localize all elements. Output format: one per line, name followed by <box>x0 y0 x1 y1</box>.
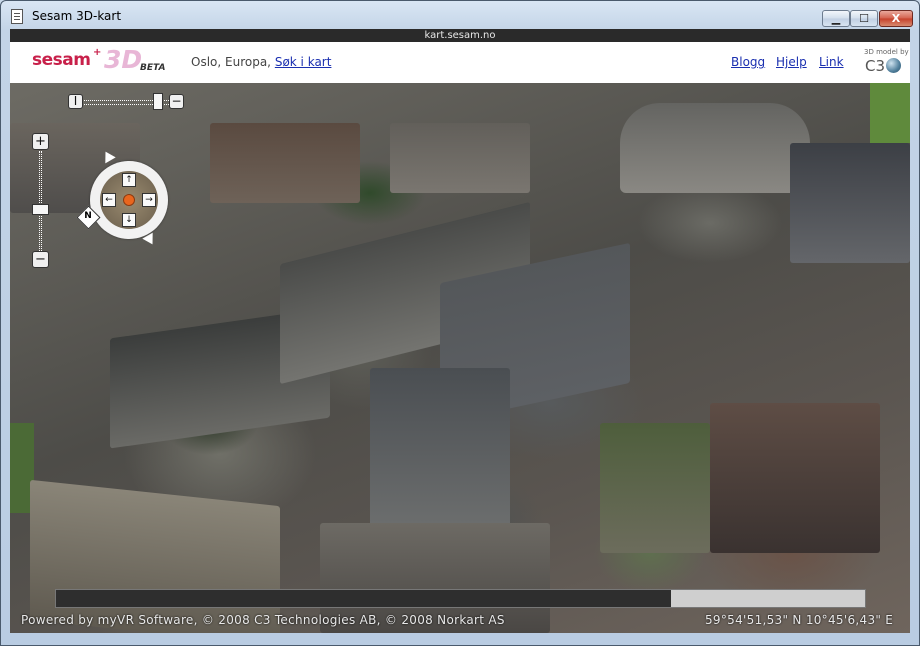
search-map-link[interactable]: Søk i kart <box>275 55 332 69</box>
window-title: Sesam 3D-kart <box>32 9 122 23</box>
close-button[interactable]: X <box>879 10 913 27</box>
pan-left-button[interactable]: ← <box>102 193 116 207</box>
zoom-control[interactable]: + − <box>32 133 50 270</box>
nav-link-hjelp[interactable]: Hjelp <box>776 55 807 69</box>
center-button[interactable] <box>123 194 135 206</box>
sesam-logo[interactable]: sesam <box>32 50 91 70</box>
pan-down-button[interactable]: ↓ <box>122 213 136 227</box>
zoom-in-button[interactable]: + <box>32 133 49 150</box>
beta-badge: BETA <box>140 63 166 73</box>
document-icon <box>11 9 23 24</box>
park-area <box>870 83 910 143</box>
address-url: kart.sesam.no <box>424 30 496 41</box>
minimize-button[interactable]: ▁ <box>822 10 850 27</box>
map-3d-view[interactable]: I − + − ↑ ↓ ← → N Powered by myVR Softwa… <box>10 83 910 633</box>
c3-logo[interactable]: C3 <box>865 57 885 75</box>
logo-plus: + <box>93 47 102 58</box>
close-icon: X <box>891 12 901 25</box>
building <box>30 479 280 633</box>
nav-link-blogg[interactable]: Blogg <box>731 55 765 69</box>
maximize-icon: ☐ <box>859 12 869 25</box>
navigation-pad[interactable]: ↑ ↓ ← → <box>100 171 158 229</box>
tilt-thumb[interactable] <box>153 93 163 110</box>
loading-progress-bar <box>55 589 866 608</box>
logo-3d-mark: 3D <box>104 45 143 74</box>
progress-fill <box>56 590 671 607</box>
building <box>600 423 710 553</box>
location-text: Oslo, Europa, <box>191 55 271 69</box>
nav-link-link[interactable]: Link <box>819 55 844 69</box>
building <box>790 143 910 263</box>
zoom-thumb[interactable] <box>32 204 49 216</box>
minimize-icon: ▁ <box>831 12 841 25</box>
building <box>710 403 880 553</box>
tilt-max-button[interactable]: − <box>169 94 184 109</box>
pan-up-button[interactable]: ↑ <box>122 173 136 187</box>
compass-label: N <box>84 211 92 222</box>
site-header: sesam + 3D BETA Oslo, Europa, Søk i kart… <box>10 42 910 83</box>
partner-caption: 3D model by <box>864 48 909 56</box>
tilt-slider[interactable]: I − <box>68 93 188 110</box>
coordinate-readout: 59°54'51,53" N 10°45'6,43" E <box>705 613 894 627</box>
building <box>620 103 810 193</box>
zoom-track[interactable] <box>39 151 42 251</box>
maximize-button[interactable]: ☐ <box>850 10 878 27</box>
pan-right-button[interactable]: → <box>142 193 156 207</box>
navigation-ring[interactable]: ↑ ↓ ← → <box>90 161 168 239</box>
globe-icon <box>886 58 901 73</box>
location-breadcrumb: Oslo, Europa, Søk i kart <box>191 55 331 69</box>
browser-window: Sesam 3D-kart ▁ ☐ X kart.sesam.no sesam … <box>0 0 920 646</box>
building <box>390 123 530 193</box>
building <box>370 368 510 528</box>
building <box>210 123 360 203</box>
zoom-out-button[interactable]: − <box>32 251 49 268</box>
attribution-text: Powered by myVR Software, © 2008 C3 Tech… <box>21 613 505 627</box>
title-bar[interactable]: Sesam 3D-kart ▁ ☐ X <box>1 1 919 31</box>
tilt-min-button[interactable]: I <box>68 94 83 109</box>
address-bar: kart.sesam.no <box>10 29 910 42</box>
